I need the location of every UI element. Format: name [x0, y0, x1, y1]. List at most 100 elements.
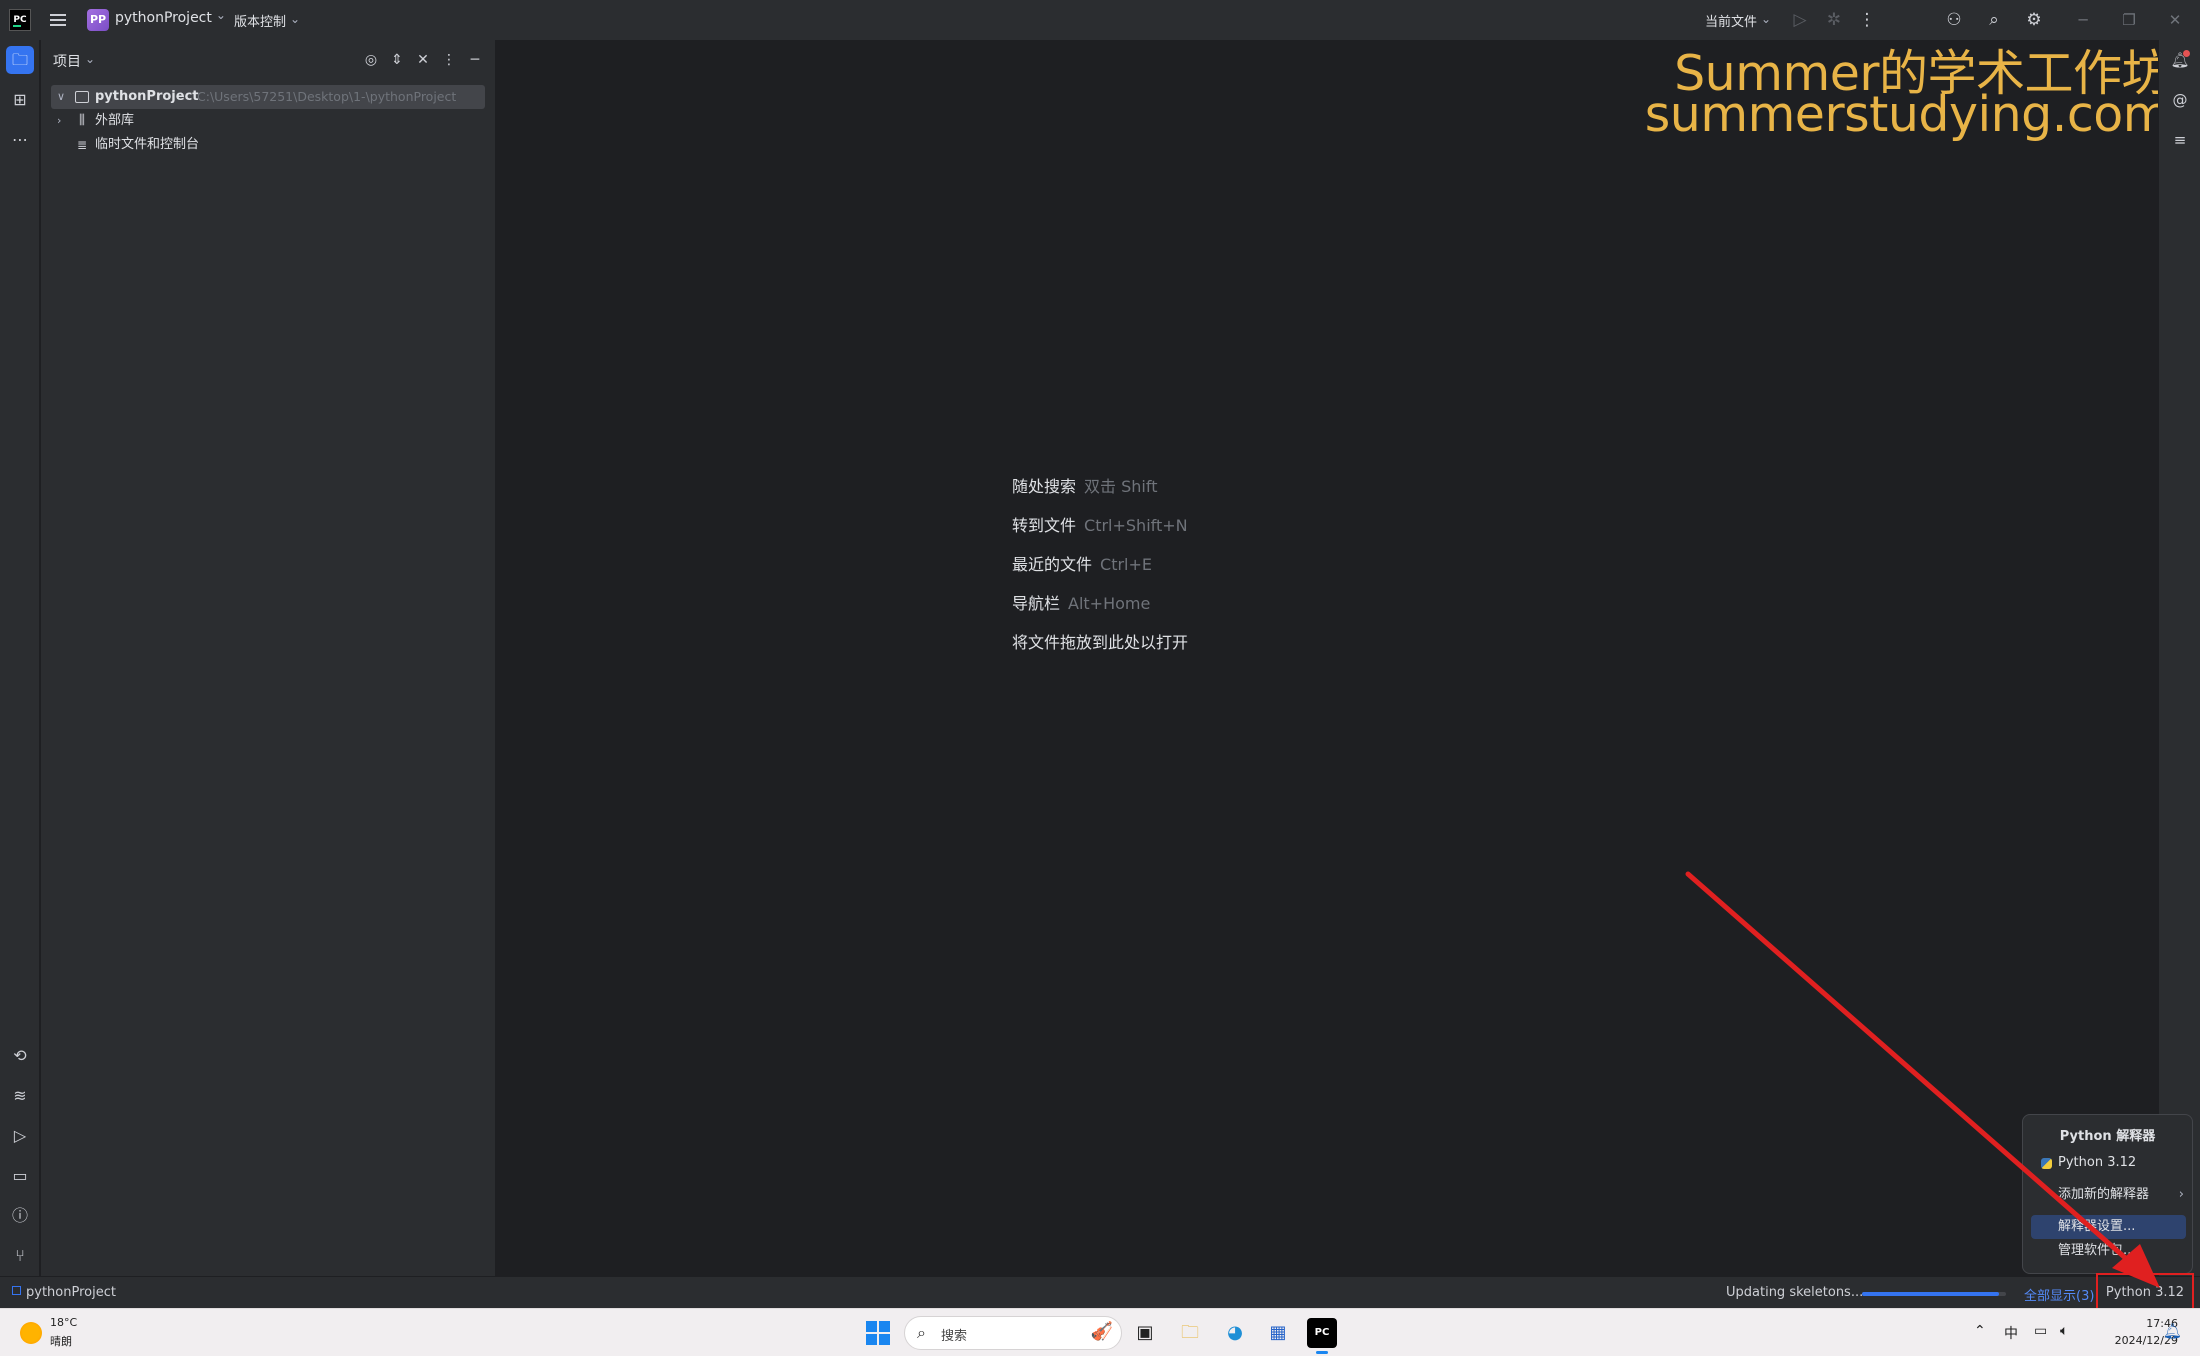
- run-config-selector[interactable]: 当前文件: [1705, 11, 1771, 30]
- popup-item-interpreter-settings[interactable]: 解释器设置...: [2031, 1215, 2186, 1239]
- tree-row-scratches[interactable]: ≣ 临时文件和控制台: [51, 133, 485, 157]
- popup-item-python-312[interactable]: Python 3.12: [2031, 1151, 2186, 1175]
- tree-label: pythonProject: [95, 89, 199, 104]
- progress-fill: [1862, 1292, 1999, 1296]
- popup-item-label: Python 3.12: [2058, 1155, 2137, 1170]
- project-badge[interactable]: PP: [87, 9, 109, 31]
- scratch-file-icon: ≣: [76, 138, 88, 152]
- main-menu-icon[interactable]: [48, 10, 68, 30]
- python-icon: [2041, 1158, 2052, 1169]
- expand-all-icon[interactable]: ⇕: [387, 50, 407, 70]
- close-icon[interactable]: ✕: [2160, 8, 2190, 32]
- taskbar-search-box[interactable]: ⌕ 搜索 🎻: [904, 1316, 1122, 1350]
- project-name: pythonProject: [115, 10, 212, 26]
- background-task-label[interactable]: Updating skeletons...: [1726, 1285, 1863, 1300]
- run-icon[interactable]: ▷: [1788, 8, 1812, 32]
- chevron-down-icon[interactable]: ∨: [57, 85, 71, 109]
- tree-path: C:\Users\57251\Desktop\1-\pythonProject: [197, 89, 457, 104]
- notifications-icon[interactable]: 🔔︎: [2168, 48, 2192, 72]
- panel-options-icon[interactable]: ⋮: [439, 50, 459, 70]
- locate-file-icon[interactable]: ◎: [361, 50, 381, 70]
- project-panel: 项目 ◎ ⇕ ✕ ⋮ ─ ∨ pythonProject C:\Users\57…: [41, 40, 496, 1276]
- left-tool-strip: 🗀 ⊞ ⋯ ⟲ ≋ ▷ ▭ ⓘ ⑂: [0, 40, 40, 1276]
- settings-gear-icon[interactable]: ⚙: [2022, 8, 2046, 32]
- interpreter-widget[interactable]: Python 3.12: [2096, 1273, 2194, 1313]
- background-task-progress[interactable]: [1862, 1292, 2006, 1296]
- hint-recent-files: 最近的文件 Ctrl+E: [1012, 551, 1152, 575]
- run-config-label: 当前文件: [1705, 15, 1758, 30]
- violin-art-icon: 🎻: [1090, 1321, 1113, 1342]
- popup-item-label: 解释器设置...: [2058, 1219, 2136, 1234]
- tree-row-project-root[interactable]: ∨ pythonProject C:\Users\57251\Desktop\1…: [51, 85, 485, 109]
- ime-indicator[interactable]: 中: [2004, 1323, 2018, 1343]
- hint-action: 最近的文件: [1012, 555, 1093, 574]
- hint-drop-files: 将文件拖放到此处以打开: [1012, 629, 1188, 653]
- search-icon: ⌕: [917, 1323, 926, 1342]
- pycharm-taskbar-icon[interactable]: PC: [1307, 1318, 1337, 1354]
- hide-panel-icon[interactable]: ─: [465, 50, 485, 70]
- folder-icon: [75, 91, 89, 103]
- project-tool-folder-icon[interactable]: 🗀: [6, 46, 34, 74]
- popup-item-add-interpreter[interactable]: 添加新的解释器 ›: [2031, 1183, 2186, 1207]
- git-icon[interactable]: ⑂: [6, 1242, 34, 1270]
- ai-assistant-icon[interactable]: @: [2168, 88, 2192, 112]
- watermark-line2: summerstudying.com: [1644, 86, 2171, 143]
- hint-search-everywhere: 随处搜索 双击 Shift: [1012, 473, 1157, 497]
- terminal-icon[interactable]: ▭: [6, 1162, 34, 1190]
- python-console-icon[interactable]: ⟲: [6, 1042, 34, 1070]
- weather-description[interactable]: 晴朗: [50, 1333, 72, 1349]
- pycharm-logo-icon: PC: [9, 9, 31, 31]
- library-icon: ⫼: [79, 113, 85, 128]
- collapse-all-icon[interactable]: ✕: [413, 50, 433, 70]
- python-interpreter-popup: Python 解释器 Python 3.12 添加新的解释器 › 解释器设置..…: [2022, 1114, 2193, 1274]
- notification-bell-icon[interactable]: 🔔︎: [2163, 1322, 2182, 1340]
- weather-sun-icon[interactable]: [20, 1322, 42, 1344]
- hint-action: 转到文件: [1012, 516, 1077, 535]
- edge-browser-icon[interactable]: ◕: [1220, 1318, 1250, 1348]
- hint-goto-file: 转到文件 Ctrl+Shift+N: [1012, 512, 1188, 536]
- weather-temperature[interactable]: 18°C: [50, 1316, 77, 1329]
- editor-empty-area[interactable]: 随处搜索 双击 Shift 转到文件 Ctrl+Shift+N 最近的文件 Ctrl+…: [497, 40, 2158, 1276]
- restore-icon[interactable]: ❐: [2114, 8, 2144, 32]
- hint-shortcut: 双击 Shift: [1084, 477, 1158, 496]
- tree-row-external-libraries[interactable]: › ⫼ 外部库: [51, 109, 485, 133]
- right-tool-strip: 🔔︎ @ ≡: [2158, 40, 2200, 1276]
- search-placeholder: 搜索: [941, 1329, 968, 1344]
- more-tools-icon[interactable]: ⋯: [6, 126, 34, 154]
- network-icon[interactable]: ▭: [2034, 1323, 2047, 1339]
- structure-icon[interactable]: ⊞: [6, 86, 34, 114]
- hint-action: 导航栏: [1012, 594, 1061, 613]
- database-icon[interactable]: ≡: [2168, 128, 2192, 152]
- more-actions-icon[interactable]: ⋮: [1855, 8, 1879, 32]
- hint-action: 随处搜索: [1012, 477, 1077, 496]
- hint-navigation-bar: 导航栏 Alt+Home: [1012, 590, 1150, 614]
- status-bar: pythonProject Updating skeletons... 全部显示…: [0, 1273, 2200, 1313]
- vcs-menu[interactable]: 版本控制: [234, 11, 300, 30]
- task-view-icon[interactable]: ▣: [1130, 1318, 1160, 1348]
- python-packages-icon[interactable]: ≋: [6, 1082, 34, 1110]
- popup-item-manage-packages[interactable]: 管理软件包...: [2031, 1239, 2186, 1263]
- status-project-breadcrumb[interactable]: pythonProject: [12, 1285, 116, 1300]
- minimize-icon[interactable]: ─: [2068, 8, 2098, 32]
- volume-icon[interactable]: 🔈︎: [2060, 1323, 2068, 1339]
- chevron-right-icon[interactable]: ›: [57, 109, 71, 133]
- project-panel-title[interactable]: 项目: [53, 51, 95, 71]
- notification-badge: [2183, 50, 2190, 57]
- debug-icon[interactable]: ✲: [1822, 8, 1846, 32]
- tray-overflow-chevron-icon[interactable]: ⌃: [1974, 1323, 1986, 1339]
- tree-label: 临时文件和控制台: [95, 137, 200, 152]
- chevron-right-icon: ›: [2178, 1187, 2184, 1202]
- vcs-label: 版本控制: [234, 15, 287, 30]
- search-icon[interactable]: ⌕: [1982, 8, 2006, 32]
- show-all-tasks-link[interactable]: 全部显示(3): [2024, 1285, 2094, 1304]
- popup-title: Python 解释器: [2059, 1129, 2156, 1144]
- problems-icon[interactable]: ⓘ: [6, 1202, 34, 1230]
- windows-start-icon[interactable]: [866, 1321, 890, 1345]
- code-with-me-icon[interactable]: ⚇: [1942, 8, 1966, 32]
- project-selector[interactable]: pythonProject: [115, 10, 226, 26]
- popup-item-label: 管理软件包...: [2058, 1243, 2136, 1258]
- services-icon[interactable]: ▷: [6, 1122, 34, 1150]
- popup-item-label: 添加新的解释器: [2058, 1187, 2150, 1202]
- file-explorer-icon[interactable]: 🗀: [1175, 1318, 1205, 1348]
- microsoft-store-icon[interactable]: ▦: [1263, 1318, 1293, 1348]
